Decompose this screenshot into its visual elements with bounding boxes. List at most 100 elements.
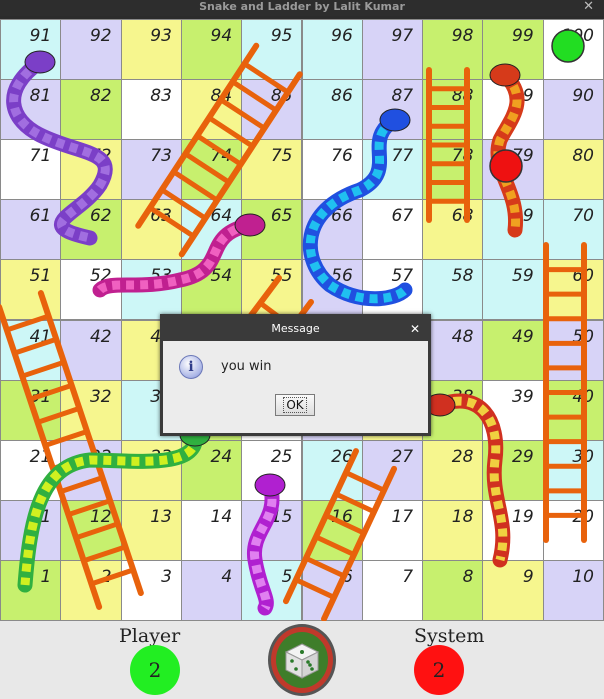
window-titlebar: Snake and Ladder by Lalit Kumar ✕ [0,0,604,16]
board-cell: 78 [422,139,484,201]
dialog-title: Message [163,317,428,341]
board-cell: 40 [542,379,604,441]
board-cell: 66 [301,199,363,261]
board-cell: 87 [361,79,424,141]
dice-icon [284,643,320,679]
board-cell: 17 [361,499,424,561]
board-cell: 48 [422,319,484,381]
board-cell: 26 [301,439,363,501]
board-cell: 41 [0,319,62,381]
board-cell: 82 [60,79,122,141]
board-cell: 73 [120,139,182,201]
message-dialog: Message ✕ i you win OK [160,314,431,436]
board-cell: 54 [180,259,243,321]
board-cell: 31 [0,379,62,441]
board-cell: 56 [301,259,363,321]
board-cell: 52 [60,259,122,321]
board-cell: 14 [180,499,243,561]
board-cell: 71 [0,139,62,201]
board-cell: 64 [180,199,243,261]
board-cell: 4 [180,559,243,621]
board-cell: 51 [0,259,62,321]
board-cell: 19 [482,499,544,561]
board-cell: 90 [542,79,604,141]
board-cell: 65 [241,199,303,261]
board-cell: 72 [60,139,122,201]
ok-button[interactable]: OK [275,394,315,416]
board-cell: 69 [482,199,544,261]
board-cell: 11 [0,499,62,561]
board-cell: 38 [422,379,484,441]
board-cell: 76 [301,139,363,201]
board-cell: 79 [482,139,544,201]
info-icon: i [179,355,203,379]
board-cell: 18 [422,499,484,561]
board-cell: 61 [0,199,62,261]
board-cell: 22 [60,439,122,501]
board-cell: 80 [542,139,604,201]
board-cell: 16 [301,499,363,561]
board-cell: 49 [482,319,544,381]
board-cell: 63 [120,199,182,261]
board-cell: 39 [482,379,544,441]
board-cell: 94 [180,19,243,81]
board-cell: 12 [60,499,122,561]
board-cell: 50 [542,319,604,381]
board-cell: 67 [361,199,424,261]
board-cell: 13 [120,499,182,561]
board-cell: 95 [241,19,303,81]
board-cell: 84 [180,79,243,141]
board-cell: 100 [542,19,604,81]
board-cell: 83 [120,79,182,141]
board-cell: 99 [482,19,544,81]
board-cell: 88 [422,79,484,141]
board-cell: 85 [241,79,303,141]
roll-dice-button[interactable] [268,624,336,696]
board-cell: 60 [542,259,604,321]
board-cell: 5 [241,559,303,621]
board-cell: 53 [120,259,182,321]
board-cell: 62 [60,199,122,261]
board-cell: 96 [301,19,363,81]
board-cell: 92 [60,19,122,81]
board-cell: 23 [120,439,182,501]
board-cell: 68 [422,199,484,261]
board-cell: 58 [422,259,484,321]
window-title: Snake and Ladder by Lalit Kumar [199,0,405,13]
board-cell: 30 [542,439,604,501]
board-cell: 59 [482,259,544,321]
window-close-button[interactable]: ✕ [583,0,594,14]
player-label: Player [119,625,181,647]
system-dice-value: 2 [414,645,464,695]
board-cell: 2 [60,559,122,621]
ok-button-label: OK [283,397,307,413]
player-dice-value: 2 [130,645,180,695]
board-cell: 29 [482,439,544,501]
board-cell: 55 [241,259,303,321]
board-cell: 25 [241,439,303,501]
board-cell: 98 [422,19,484,81]
board-cell: 27 [361,439,424,501]
board-cell: 10 [542,559,604,621]
board-cell: 57 [361,259,424,321]
board-cell: 93 [120,19,182,81]
board-cell: 74 [180,139,243,201]
dialog-close-button[interactable]: ✕ [410,317,420,341]
board-cell: 3 [120,559,182,621]
board-cell: 42 [60,319,122,381]
board-cell: 7 [361,559,424,621]
board-cell: 1 [0,559,62,621]
board-cell: 91 [0,19,62,81]
board-cell: 86 [301,79,363,141]
board-cell: 75 [241,139,303,201]
board-cell: 70 [542,199,604,261]
system-label: System [414,625,485,647]
board-cell: 21 [0,439,62,501]
dialog-message: you win [221,359,272,374]
board-cell: 97 [361,19,424,81]
status-bar: Player 2 System 2 [0,621,604,699]
board-cell: 77 [361,139,424,201]
board-cell: 20 [542,499,604,561]
board-cell: 28 [422,439,484,501]
board-cell: 9 [482,559,544,621]
